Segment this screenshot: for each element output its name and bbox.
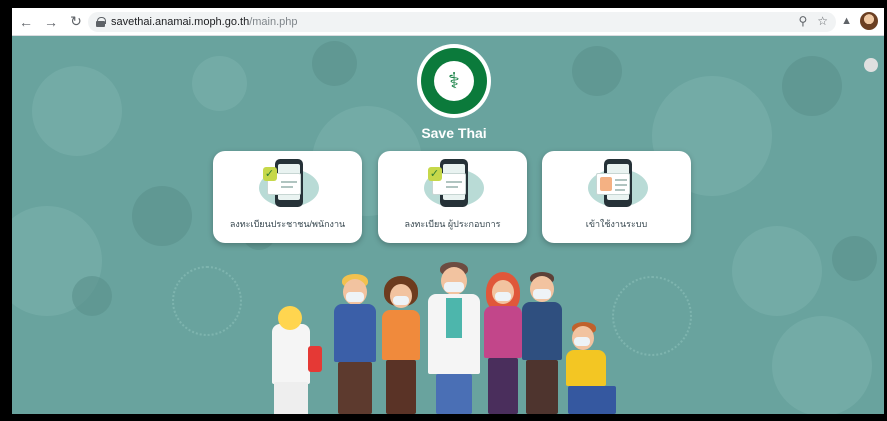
url-host: savethai.anamai.moph.go.th xyxy=(111,16,250,28)
virus-decoration xyxy=(32,66,122,156)
extension-person-icon[interactable]: ▲ xyxy=(841,15,852,27)
virus-decoration xyxy=(612,276,692,356)
virus-decoration xyxy=(312,41,357,86)
virus-decoration xyxy=(572,46,622,96)
browser-window: ← → ↻ savethai.anamai.moph.go.th /main.p… xyxy=(12,8,884,414)
card-label: เข้าใช้งานระบบ xyxy=(585,219,648,229)
browser-toolbar: ← → ↻ savethai.anamai.moph.go.th /main.p… xyxy=(12,8,884,36)
virus-decoration xyxy=(192,56,247,111)
page-title: Save Thai xyxy=(421,125,487,141)
register-business-card[interactable]: ✓ ลงทะเบียน ผู้ประกอบการ xyxy=(378,151,527,243)
card-label: ลงทะเบียนประชาชน/พนักงาน xyxy=(229,219,346,229)
phone-id-card-icon xyxy=(582,159,652,209)
virus-decoration xyxy=(782,56,842,116)
virus-decoration xyxy=(732,226,822,316)
toggle-dot-icon[interactable] xyxy=(864,58,878,72)
page-canvas: ⚕ Save Thai ✓ ลงทะเบียนประชาชน/พนักงาน ✓ xyxy=(12,36,884,414)
moph-logo: ⚕ xyxy=(417,44,491,118)
caduceus-icon: ⚕ xyxy=(434,61,474,101)
url-path: /main.php xyxy=(249,16,298,28)
logo-ring: ⚕ xyxy=(421,48,487,114)
back-icon[interactable]: ← xyxy=(15,11,37,33)
card-label: ลงทะเบียน ผู้ประกอบการ xyxy=(404,219,501,229)
lock-icon xyxy=(96,17,106,27)
avatar[interactable] xyxy=(860,12,878,30)
virus-decoration xyxy=(72,276,112,316)
zoom-icon[interactable]: ⚲ xyxy=(798,14,807,28)
bookmark-star-icon[interactable]: ☆ xyxy=(817,14,828,28)
register-citizen-card[interactable]: ✓ ลงทะเบียนประชาชน/พนักงาน xyxy=(213,151,362,243)
forward-icon[interactable]: → xyxy=(40,11,62,33)
login-card[interactable]: เข้าใช้งานระบบ xyxy=(542,151,691,243)
virus-decoration xyxy=(132,186,192,246)
address-bar[interactable]: savethai.anamai.moph.go.th /main.php ⚲ ☆ xyxy=(88,12,836,32)
virus-decoration xyxy=(772,316,872,414)
virus-decoration xyxy=(832,236,877,281)
phone-checklist-icon: ✓ xyxy=(418,159,488,209)
reload-icon[interactable]: ↻ xyxy=(65,11,87,33)
phone-checklist-icon: ✓ xyxy=(253,159,323,209)
virus-decoration xyxy=(172,266,242,336)
